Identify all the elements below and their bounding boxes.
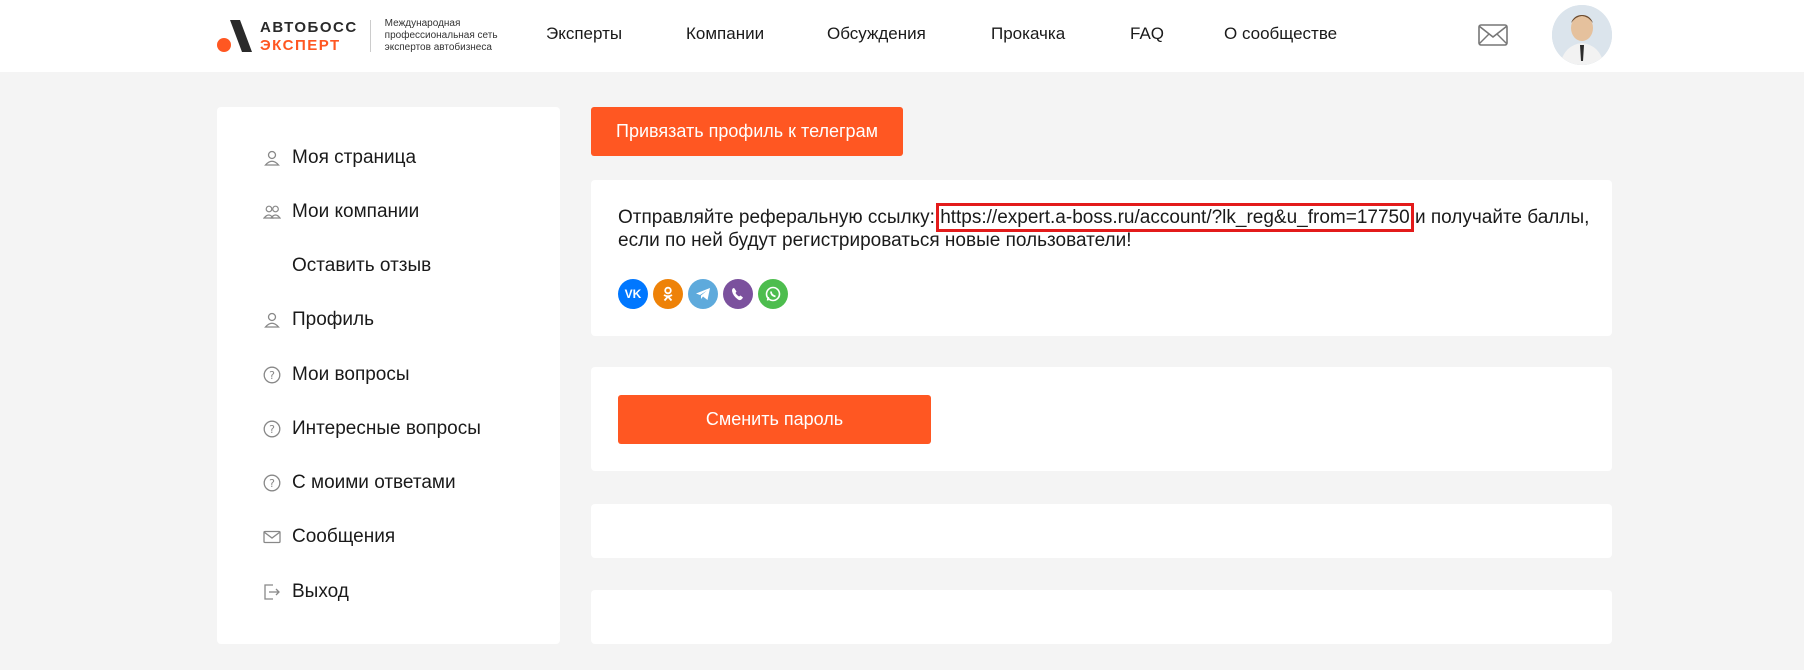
- nav-companies[interactable]: Компании: [686, 24, 764, 44]
- odnoklassniki-share-icon[interactable]: [653, 279, 683, 309]
- question-circle-icon: ?: [262, 365, 282, 385]
- nav-about[interactable]: О сообществе: [1224, 24, 1337, 44]
- avatar[interactable]: [1552, 5, 1612, 65]
- sidebar-item-profile[interactable]: Профиль: [262, 305, 374, 335]
- change-password-button[interactable]: Сменить пароль: [618, 395, 931, 444]
- logo-mark-icon: [216, 18, 252, 54]
- nav-faq[interactable]: FAQ: [1130, 24, 1164, 44]
- sidebar-item-my-page[interactable]: Моя страница: [262, 143, 416, 173]
- sidebar-item-my-companies[interactable]: Мои компании: [262, 197, 419, 227]
- sidebar-item-label: Моя страница: [292, 147, 417, 168]
- user-icon: [262, 148, 282, 168]
- sidebar-item-my-questions[interactable]: ? Мои вопросы: [262, 360, 410, 390]
- envelope-icon[interactable]: [1478, 24, 1508, 46]
- logo-word-1: АВТОБОСС: [260, 18, 358, 36]
- sidebar-item-label: Мои компании: [292, 201, 420, 222]
- share-buttons: VK: [618, 279, 788, 309]
- sidebar-item-label: Оставить отзыв: [292, 255, 432, 276]
- logout-icon: [262, 582, 282, 602]
- sidebar-item-label: Профиль: [292, 309, 375, 330]
- logo-divider: [369, 20, 371, 52]
- envelope-icon: [262, 527, 282, 547]
- nav-training[interactable]: Прокачка: [991, 24, 1065, 44]
- password-card: Сменить пароль: [591, 367, 1612, 471]
- link-telegram-button[interactable]: Привязать профиль к телеграм: [591, 107, 903, 156]
- question-circle-icon: ?: [262, 473, 282, 493]
- svg-text:?: ?: [269, 369, 275, 382]
- sidebar-item-messages[interactable]: Сообщения: [262, 522, 395, 552]
- empty-card: [591, 590, 1612, 644]
- question-circle-icon: ?: [262, 419, 282, 439]
- sidebar-item-my-answers[interactable]: ? С моими ответами: [262, 468, 456, 498]
- sidebar-item-leave-review[interactable]: Оставить отзыв: [262, 251, 431, 281]
- telegram-share-icon[interactable]: [688, 279, 718, 309]
- empty-card: [591, 504, 1612, 558]
- sidebar-item-interesting-questions[interactable]: ? Интересные вопросы: [262, 414, 481, 444]
- whatsapp-share-icon[interactable]: [758, 279, 788, 309]
- sidebar-item-logout[interactable]: Выход: [262, 577, 349, 607]
- referral-text-before: Отправляйте реферальную ссылку:: [618, 207, 941, 228]
- referral-text: Отправляйте реферальную ссылку: https://…: [618, 203, 1598, 252]
- logo-tagline: Международная профессиональная сеть эксп…: [384, 18, 498, 53]
- logo-word-2: ЭКСПЕРТ: [260, 36, 341, 54]
- sidebar: Моя страница Мои компании Оставить отзыв…: [217, 107, 560, 644]
- sidebar-item-label: Выход: [292, 581, 349, 602]
- sidebar-item-label: С моими ответами: [292, 472, 456, 493]
- svg-text:?: ?: [269, 423, 275, 436]
- top-header: АВТОБОСС ЭКСПЕРТ Международная профессио…: [0, 0, 1804, 72]
- logo[interactable]: АВТОБОСС ЭКСПЕРТ Международная профессио…: [216, 18, 500, 54]
- sidebar-item-label: Сообщения: [292, 526, 396, 547]
- nav-experts[interactable]: Эксперты: [546, 24, 622, 44]
- sidebar-item-label: Интересные вопросы: [292, 418, 481, 439]
- users-icon: [262, 202, 282, 222]
- sidebar-item-label: Мои вопросы: [292, 364, 410, 385]
- nav-discussions[interactable]: Обсуждения: [827, 24, 926, 44]
- vk-share-icon[interactable]: VK: [618, 279, 648, 309]
- referral-link[interactable]: https://expert.a-boss.ru/account/?lk_reg…: [936, 203, 1414, 232]
- user-icon: [262, 310, 282, 330]
- referral-card: Отправляйте реферальную ссылку: https://…: [591, 180, 1612, 336]
- viber-share-icon[interactable]: [723, 279, 753, 309]
- svg-text:?: ?: [269, 477, 275, 490]
